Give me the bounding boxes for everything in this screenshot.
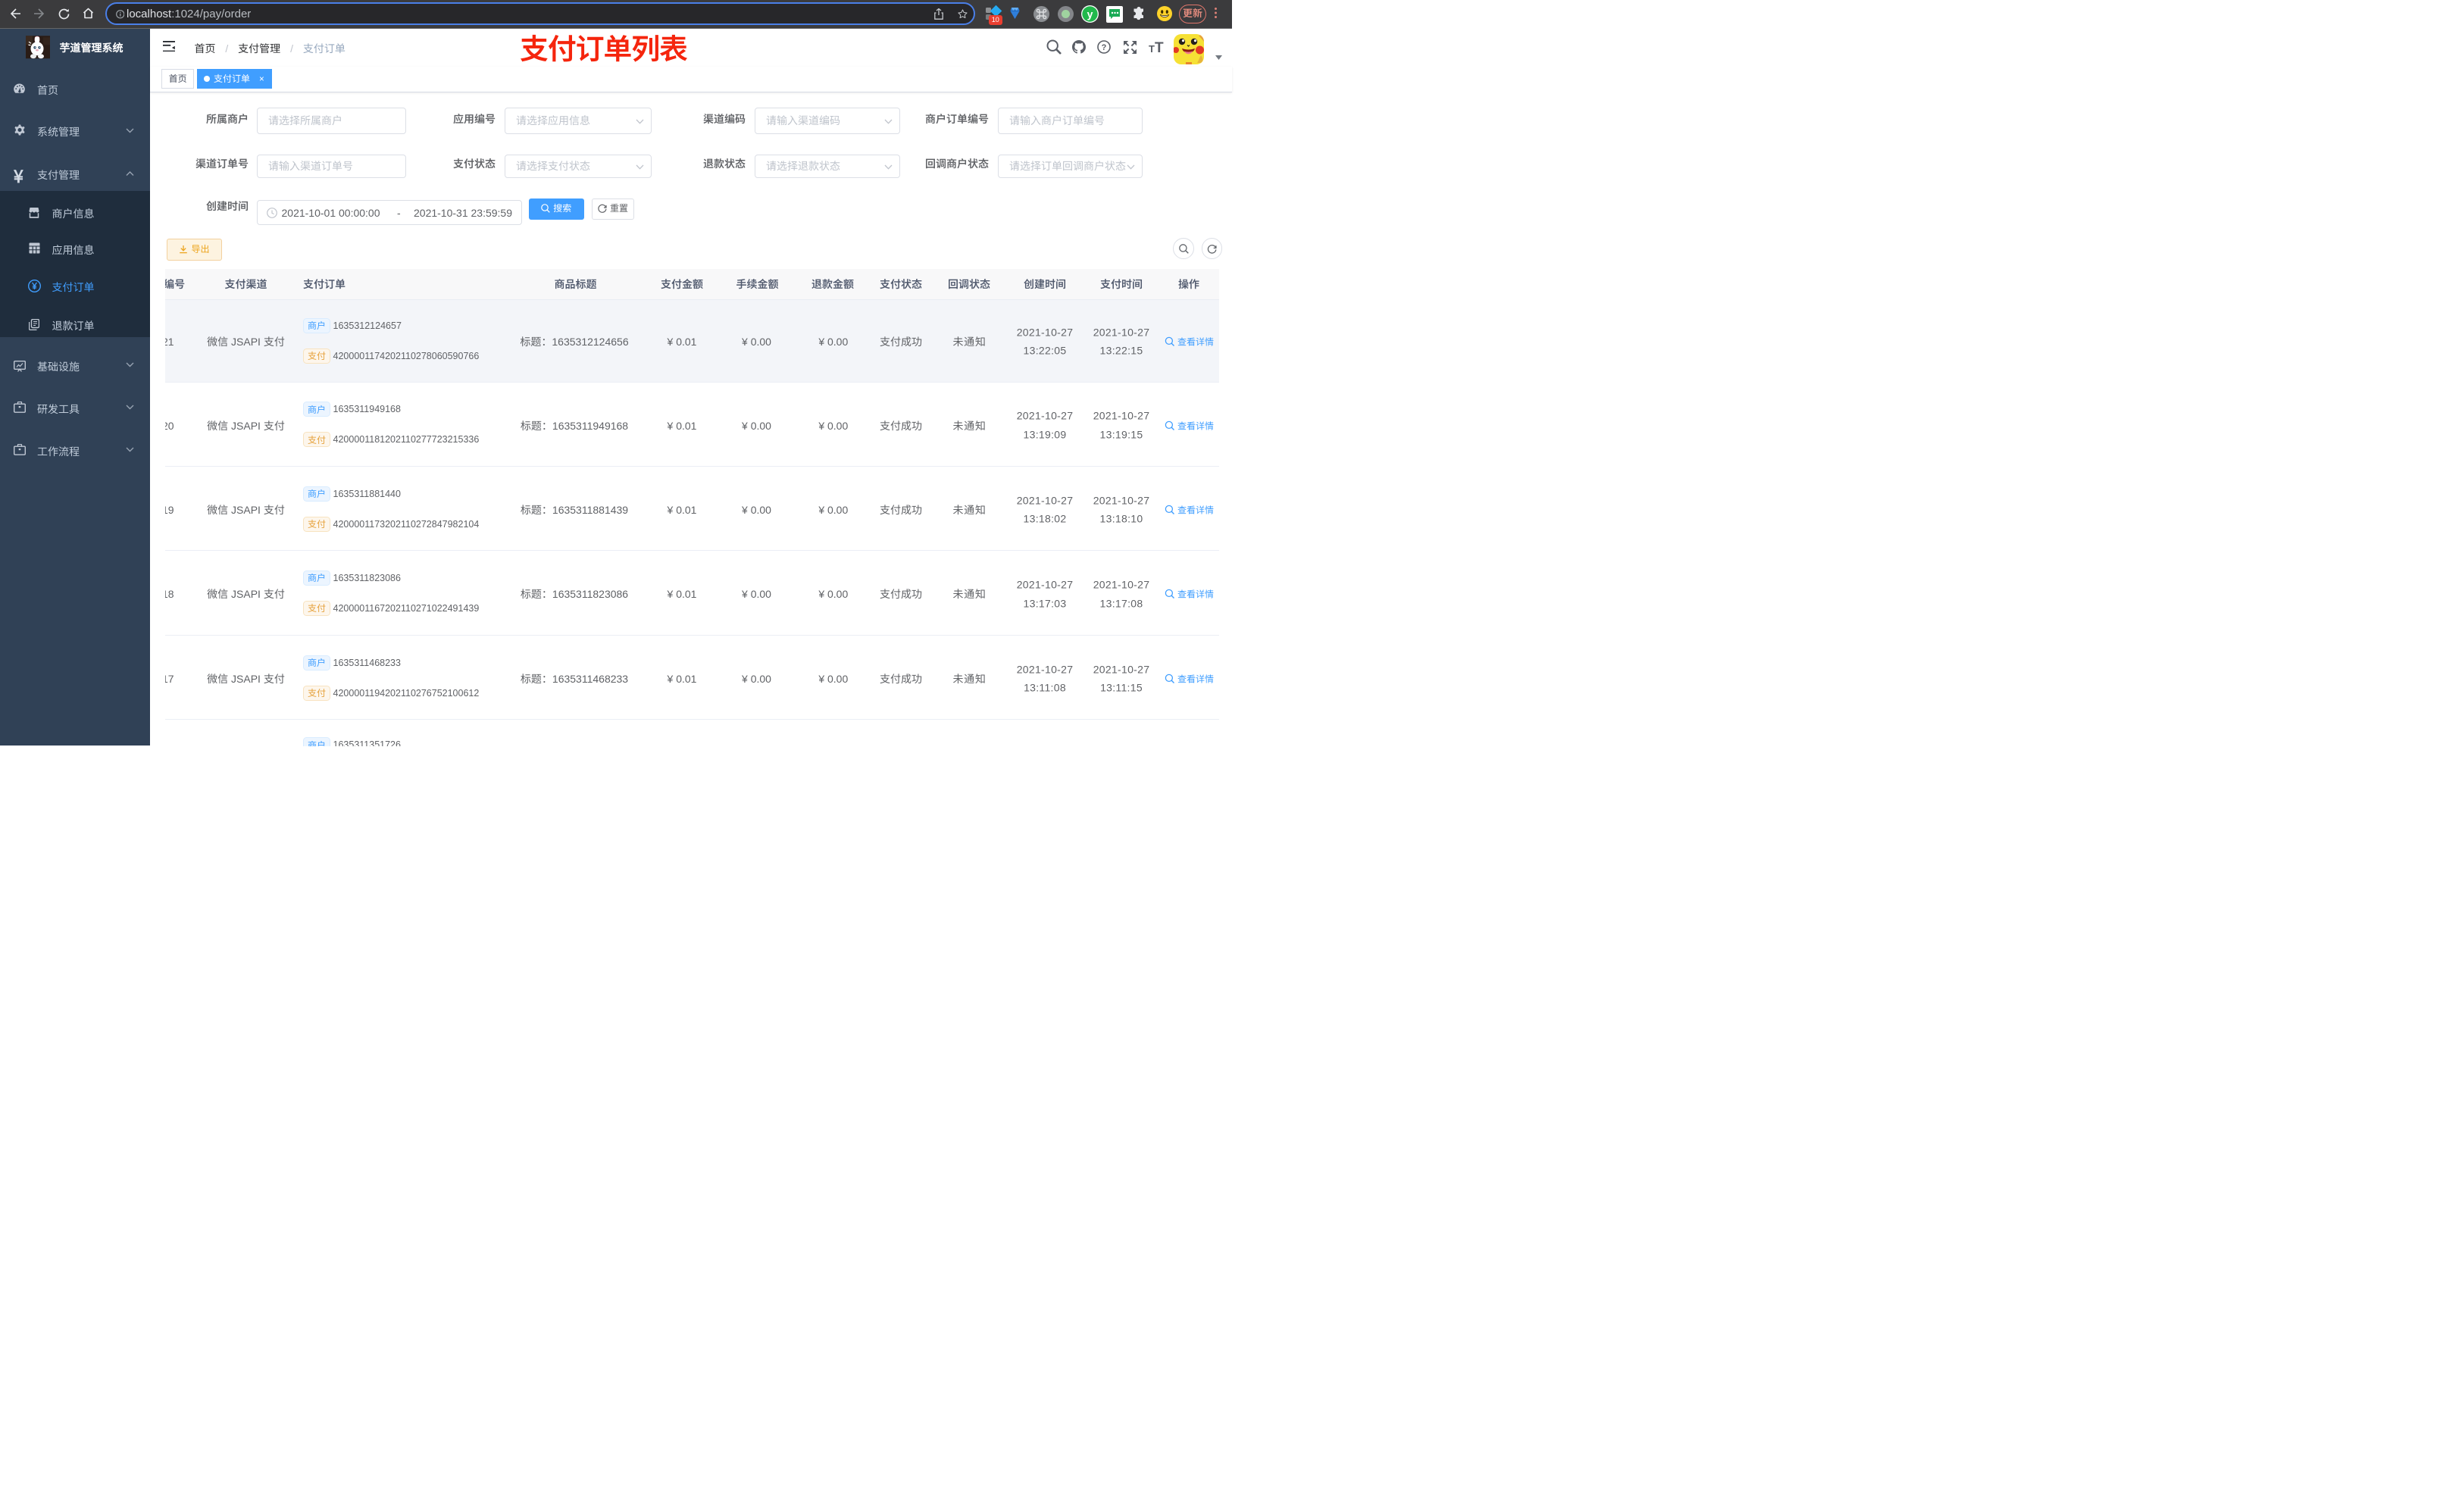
svg-text:y: y [1087, 8, 1093, 20]
svg-text:?: ? [1102, 43, 1107, 52]
